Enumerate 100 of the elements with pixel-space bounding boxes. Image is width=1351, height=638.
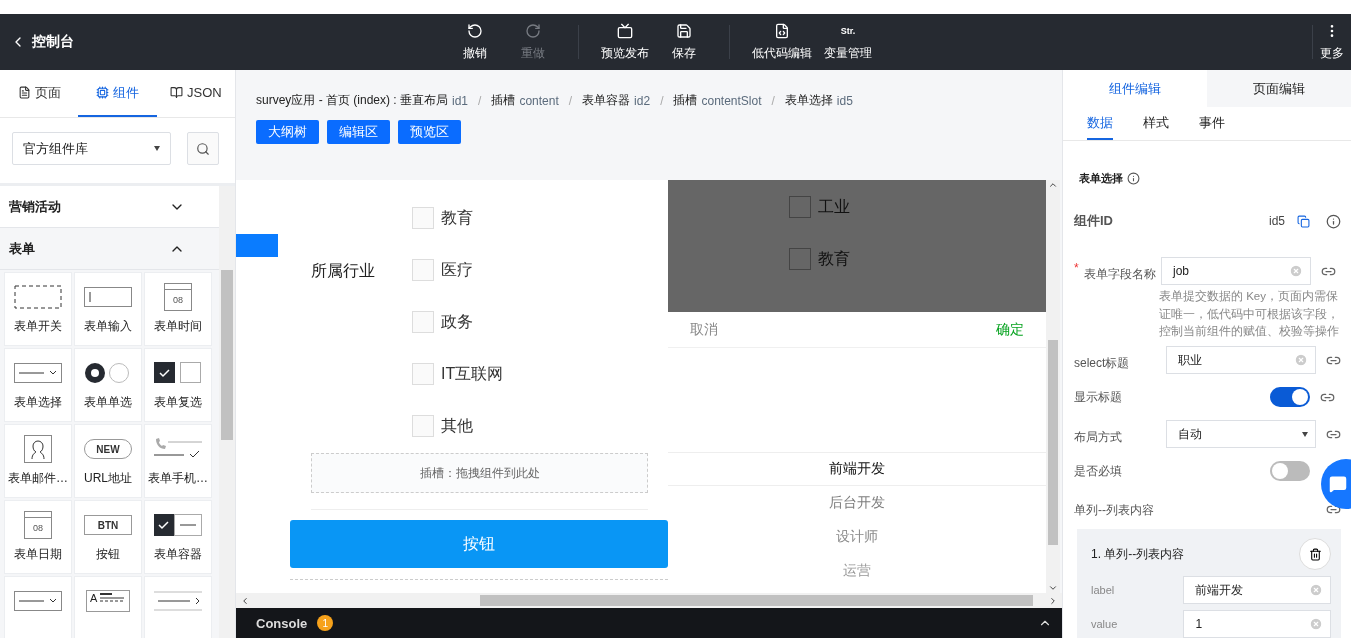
breadcrumb-id: contentSlot: [701, 93, 762, 108]
text-field[interactable]: 前端开发: [1183, 576, 1331, 604]
checkbox[interactable]: [412, 207, 434, 229]
toggle-switch[interactable]: [1270, 461, 1310, 481]
clear-icon: [1309, 583, 1323, 597]
field-label: select标题: [1074, 355, 1131, 372]
component-tile[interactable]: A: [74, 576, 142, 638]
breadcrumb-item[interactable]: 表单选择: [784, 92, 833, 109]
caret-icon: [154, 146, 160, 151]
console-bar[interactable]: Console 1: [236, 608, 1062, 638]
chip-icon: [96, 86, 109, 99]
component-tile[interactable]: 表单选择: [4, 348, 72, 422]
panel-tab[interactable]: JSON: [156, 70, 235, 117]
checkbox-option[interactable]: IT互联网: [412, 363, 504, 385]
picker-option[interactable]: 前端开发: [668, 452, 1046, 486]
checkbox-option[interactable]: 其他: [412, 415, 504, 437]
breadcrumb-item[interactable]: 插槽: [673, 92, 698, 109]
checkbox-option: 教育: [789, 248, 1046, 270]
breadcrumb-id: id5: [836, 93, 853, 108]
breadcrumb-item[interactable]: 插槽: [491, 92, 516, 109]
dropdown-select-icon: [14, 591, 62, 611]
field-label: 是否必填: [1074, 463, 1123, 480]
library-select[interactable]: 官方组件库: [12, 132, 171, 165]
component-tile[interactable]: 表单邮件…: [4, 424, 72, 498]
toolbar-button[interactable]: 保存: [657, 22, 711, 62]
component-tile[interactable]: 表单输入: [74, 272, 142, 346]
component-tile[interactable]: 表单手机…: [144, 424, 212, 498]
count-badge: 1: [317, 615, 334, 631]
scroll-down-icon: [1048, 583, 1058, 593]
property-label: value: [1091, 618, 1119, 630]
text-field[interactable]: 1: [1183, 610, 1331, 638]
component-tile[interactable]: 08 表单时间: [144, 272, 212, 346]
search-button[interactable]: [187, 132, 219, 165]
field-label: 布局方式: [1074, 429, 1123, 446]
section-title: 表单选择: [1079, 171, 1123, 187]
picker-option[interactable]: 设计师: [668, 520, 1046, 554]
component-tile[interactable]: 08 表单日期: [4, 500, 72, 574]
checkbox[interactable]: [412, 259, 434, 281]
component-tile[interactable]: [4, 576, 72, 638]
text-field[interactable]: job: [1161, 257, 1311, 286]
toolbar-button[interactable]: Str. 变量管理: [820, 22, 876, 62]
toggle-switch[interactable]: [1270, 387, 1310, 407]
toolbar-button[interactable]: 撤销: [448, 22, 502, 62]
picker-option[interactable]: 后台开发: [668, 486, 1046, 520]
scrollbar[interactable]: [219, 186, 235, 638]
search-icon: [196, 141, 210, 156]
checkbox-option[interactable]: 教育: [412, 207, 504, 229]
editor-tab[interactable]: 页面编辑: [1207, 70, 1351, 108]
component-tile[interactable]: 表单复选: [144, 348, 212, 422]
view-button[interactable]: 预览区: [398, 120, 461, 144]
toolbar-button[interactable]: 预览发布: [597, 22, 653, 62]
button-icon: BTN: [84, 515, 132, 535]
confirm-button[interactable]: 确定: [990, 319, 1030, 340]
sub-tab[interactable]: 数据: [1087, 107, 1113, 141]
component-tile[interactable]: NEW URL地址: [74, 424, 142, 498]
caret-icon: [1302, 431, 1308, 437]
sub-tab[interactable]: 样式: [1143, 107, 1169, 141]
select-field[interactable]: 自动: [1166, 420, 1316, 448]
property-label: label: [1091, 584, 1116, 596]
redo-icon: [525, 22, 541, 39]
view-button[interactable]: 大纲树: [256, 120, 319, 144]
copy-icon[interactable]: [1297, 214, 1310, 228]
scroll-up-icon: [1048, 180, 1058, 190]
breadcrumb-separator: /: [478, 93, 482, 108]
component-tile[interactable]: 表单容器: [144, 500, 212, 574]
scrollbar[interactable]: [1046, 180, 1060, 593]
scroll-left-icon: [240, 595, 250, 606]
delete-button[interactable]: [1299, 538, 1331, 570]
text-field[interactable]: 职业: [1166, 346, 1316, 374]
panel-tab[interactable]: 页面: [0, 70, 79, 117]
checkbox-option: 工业: [789, 196, 1046, 218]
breadcrumb-item[interactable]: survey应用 - 首页 (index) : 垂直布局: [256, 92, 449, 109]
checkbox[interactable]: [412, 415, 434, 437]
scrollbar[interactable]: [236, 593, 1062, 608]
scroll-right-icon: [1048, 595, 1058, 606]
undo-icon: [467, 22, 483, 39]
component-id: id5: [1269, 214, 1285, 229]
more-button[interactable]: 更多: [1313, 22, 1351, 62]
breadcrumb-item[interactable]: 表单容器: [582, 92, 631, 109]
toolbar-button[interactable]: 低代码编辑: [748, 22, 816, 62]
checkbox-option[interactable]: 政务: [412, 311, 504, 333]
breadcrumb-separator: /: [660, 93, 664, 108]
component-tile[interactable]: 表单开关: [4, 272, 72, 346]
view-button[interactable]: 编辑区: [327, 120, 390, 144]
checkbox-option[interactable]: 医疗: [412, 259, 504, 281]
component-tile[interactable]: [144, 576, 212, 638]
cancel-button[interactable]: 取消: [684, 319, 724, 340]
radio-buttons-icon: [84, 362, 132, 384]
breadcrumb-separator: /: [568, 93, 573, 108]
checkbox[interactable]: [412, 311, 434, 333]
checkbox[interactable]: [412, 363, 434, 385]
person-icon: [24, 435, 52, 463]
field-hint: 表单提交数据的 Key，页面内需保证唯一，低代码中可根据该字段，控制当前组件的赋值、校验等操作: [1159, 289, 1340, 339]
component-tile[interactable]: BTN 按钮: [74, 500, 142, 574]
category-header[interactable]: 表单: [0, 228, 219, 270]
back-link[interactable]: 控制台: [0, 33, 430, 51]
panel-tab[interactable]: 组件: [78, 70, 157, 117]
save-icon: [676, 22, 692, 39]
sub-tab[interactable]: 事件: [1199, 107, 1225, 141]
component-tile[interactable]: 表单单选: [74, 348, 142, 422]
